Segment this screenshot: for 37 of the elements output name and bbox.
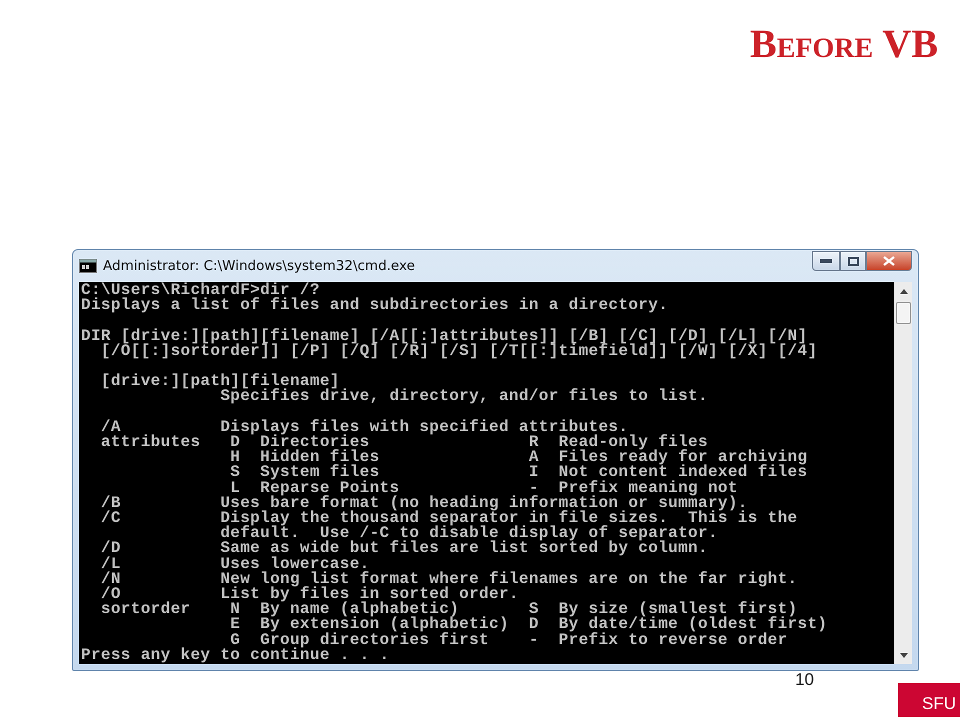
logo: SFU <box>898 683 960 717</box>
console-line: /A Displays files with specified attributes. <box>100 420 628 435</box>
slide-title: Before VB <box>749 20 939 64</box>
maximize-button[interactable] <box>840 251 866 271</box>
maximize-icon <box>848 256 858 266</box>
console-line: /C Display the thousand separator in file sizes. This is the <box>100 511 799 526</box>
minimize-button[interactable] <box>812 251 840 271</box>
console-line: S System files I Not content indexed files <box>229 465 808 481</box>
console-app-icon <box>79 259 97 273</box>
console-line: /O List by files in sorted order. <box>100 587 520 602</box>
console-line: L Reparse Points - Prefix meaning not <box>230 480 738 496</box>
scroll-down-icon[interactable] <box>900 653 908 658</box>
scrollbar-thumb[interactable] <box>896 302 911 324</box>
console-line: [/O[[:]sortorder]] [/P] [/Q] [/R] [/S] [/T[[:]timefield]] [/W] [/X] [/4] <box>100 344 818 359</box>
console-line: /N New long list format where filenames are on the far right. <box>100 572 799 588</box>
console-line: E By extension (alphabetic) D By date/time (oldest first) <box>229 617 828 633</box>
console-line: /L Uses lowercase. <box>100 556 370 572</box>
minimize-icon <box>820 259 832 263</box>
scrollbar[interactable] <box>894 282 912 664</box>
console-line: attributes D Directories R Read-only files <box>100 434 709 450</box>
console-line: H Hidden files A Files ready for archiving <box>229 450 808 466</box>
page-number: 10 <box>795 669 814 691</box>
console-line: /D Same as wide but files are list sorted by column. <box>100 541 708 557</box>
console-line: default. Use /-C to disable display of separator. <box>219 526 719 542</box>
console-line: /B Uses bare format (no heading information or summary). <box>100 496 748 511</box>
scroll-up-icon[interactable] <box>900 289 908 294</box>
console-line: C:\Users\RichardF>dir /? <box>81 283 321 298</box>
close-button[interactable] <box>866 251 912 271</box>
console-line: Displays a list of files and subdirectories in a directory. <box>81 298 670 314</box>
console-line: [drive:][path][filename] <box>100 374 340 390</box>
console-line: Press any key to continue . . . <box>81 648 390 664</box>
window-title: Administrator: C:\Windows\system32\cmd.exe <box>103 256 416 276</box>
console-line: Specifies drive, directory, and/or files to list. <box>220 389 709 405</box>
console-line: G Group directories first - Prefix to reverse order <box>230 632 788 648</box>
console-line: DIR [drive:][path][filename] [/A[[:]attributes]] [/B] [/C] [/D] [/L] [/N] <box>81 328 808 344</box>
close-icon <box>883 256 895 266</box>
console-line: sortorder N By name (alphabetic) S By size (smallest first) <box>100 602 798 618</box>
